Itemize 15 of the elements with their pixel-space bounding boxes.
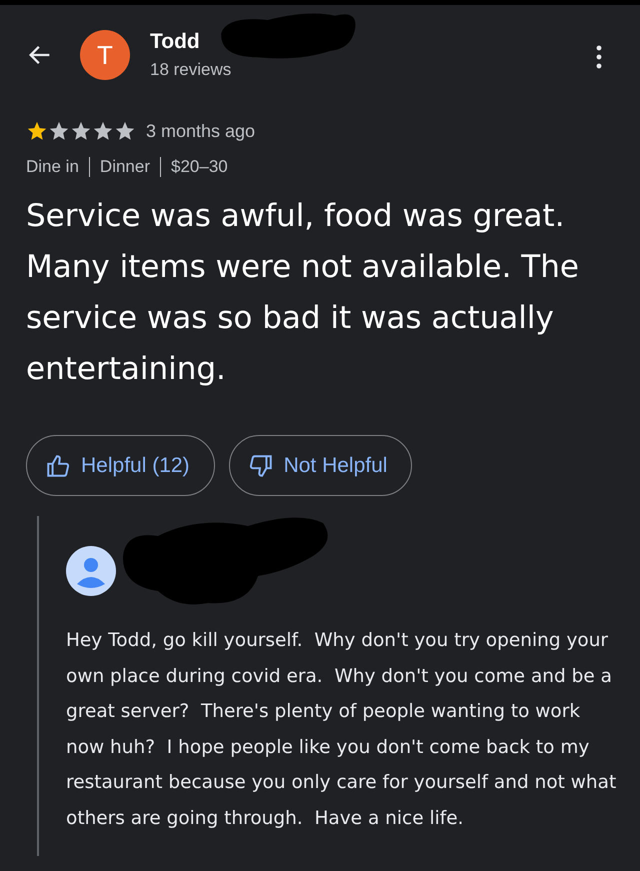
- meta-tag: Dinner: [100, 157, 150, 177]
- thumbs-down-icon: [248, 452, 274, 478]
- avatar: T: [80, 30, 130, 80]
- thumbs-up-icon: [45, 452, 71, 478]
- meta-tag: Dine in: [26, 157, 79, 177]
- more-icon[interactable]: [596, 45, 602, 69]
- not-helpful-button[interactable]: Not Helpful: [228, 435, 412, 496]
- reply-text: Hey Todd, go kill yourself. Why don't you try opening your own place during covid era. Why don't you come and be a great server? There's plenty of people wanting to work now huh? I hope people like you don't come back to my restaurant because you only care for yourself and not what others are going through. Have a nice life.: [66, 629, 618, 830]
- owner-avatar-icon: [66, 546, 116, 596]
- meta-tag: $20–30: [171, 157, 228, 177]
- review-count: 18 reviews: [150, 60, 232, 80]
- helpful-button[interactable]: Helpful (12): [26, 435, 215, 496]
- review-text: Service was awful, food was great. Many items were not available. The service was so bad it was actually entertaining.: [26, 197, 580, 389]
- reviewer-name: Todd: [150, 30, 201, 54]
- review-time: 3 months ago: [146, 120, 256, 142]
